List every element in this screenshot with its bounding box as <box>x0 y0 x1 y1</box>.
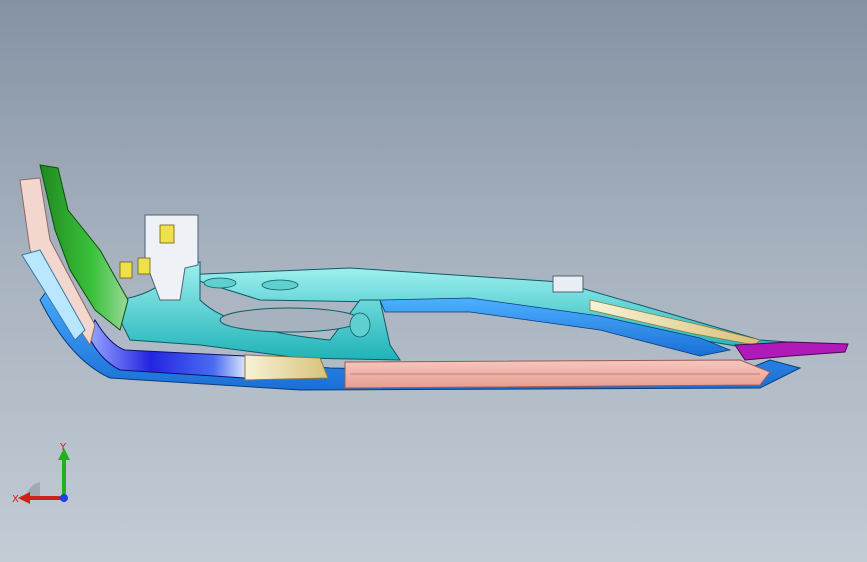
x-axis-arrow-icon <box>18 492 30 504</box>
graphics-viewport[interactable]: Y X <box>0 0 867 562</box>
small-top-bracket[interactable] <box>552 275 584 293</box>
cream-panel[interactable] <box>244 354 329 381</box>
cad-model-view[interactable] <box>0 0 867 562</box>
y-axis-label: Y <box>59 442 67 453</box>
coordinate-triad: Y X <box>12 442 70 505</box>
pink-sill-strip[interactable] <box>344 359 771 389</box>
z-axis-dot-icon <box>60 494 68 502</box>
x-axis-label: X <box>12 494 19 505</box>
magenta-tip[interactable] <box>734 341 849 361</box>
